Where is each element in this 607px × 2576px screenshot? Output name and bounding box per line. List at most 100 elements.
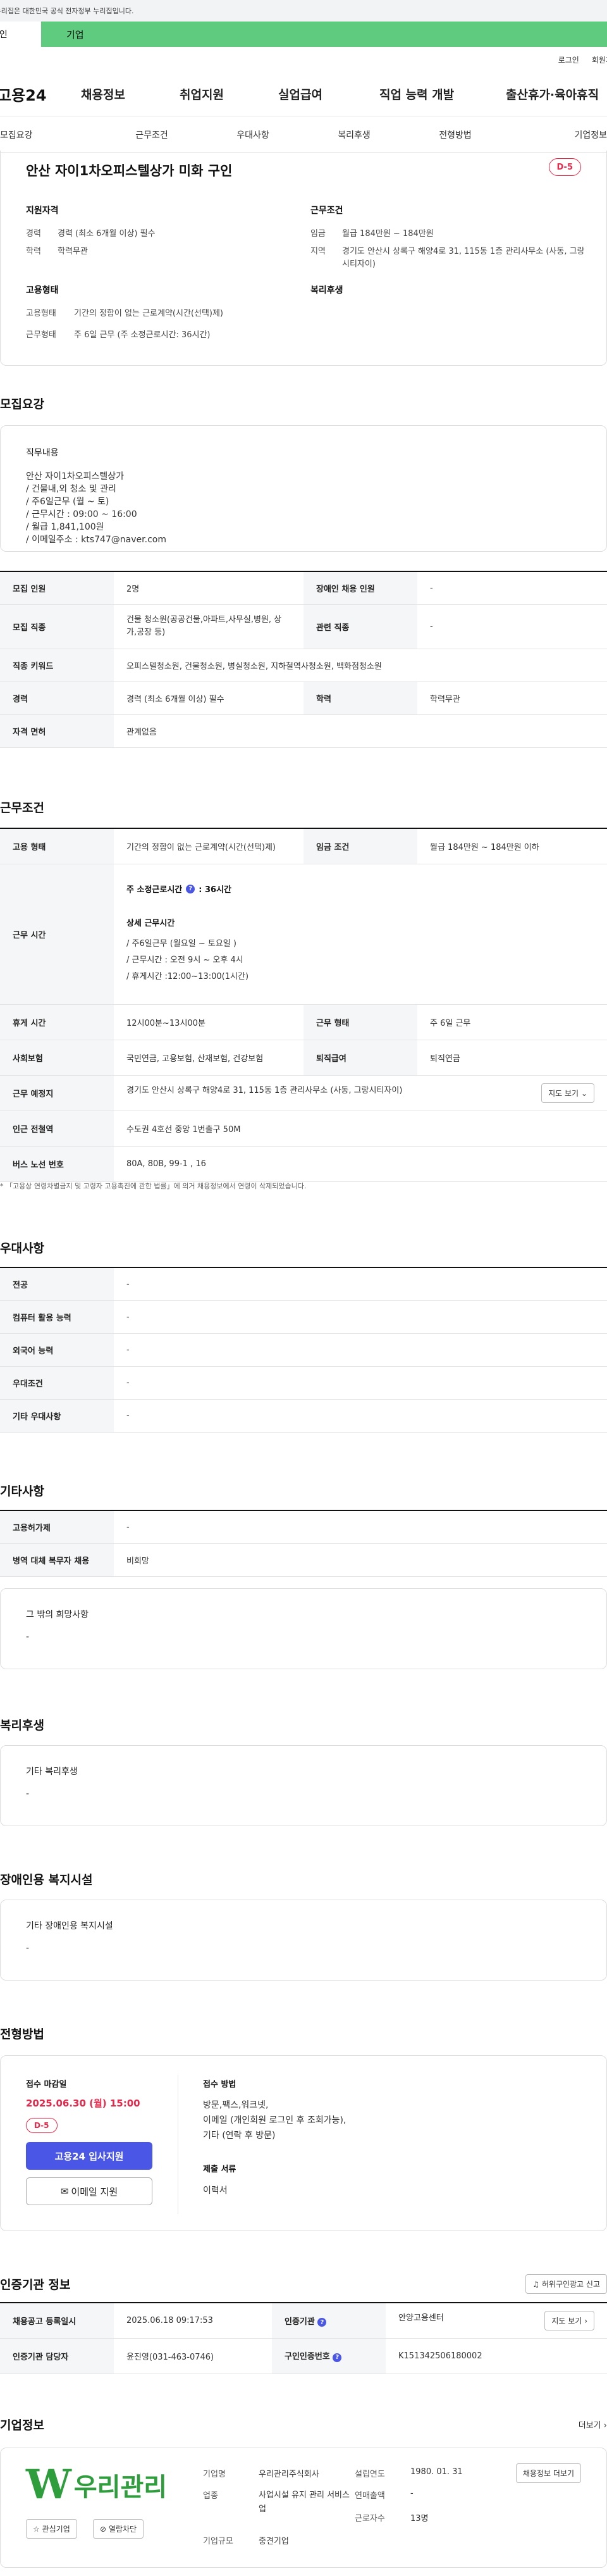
email-apply-label: 이메일 지원 (71, 2186, 118, 2198)
company-card: W 우리관리 ☆ 관심기업 ⊘ 열람차단 기업명 우리관리주식회사 업종 사업시… (0, 2448, 607, 2568)
tab-individual[interactable]: 개인 (0, 22, 41, 47)
company-jobs-button[interactable]: 채용정보 더보기 (515, 2463, 581, 2483)
row-header: 퇴직급여 (304, 1040, 417, 1076)
etc-box: 그 밖의 희망사항 - (0, 1588, 607, 1669)
favorite-company-button[interactable]: ☆ 관심기업 (26, 2519, 77, 2539)
company-value: 사업시설 유지 관리 서비스업 (259, 2491, 350, 2514)
company-logo-mark: W (26, 2461, 71, 2508)
tab-work[interactable]: 근무조건 (101, 128, 202, 141)
gnb-item-jobs[interactable]: 채용정보 (81, 85, 125, 103)
table-row: 경력 경력 (최소 6개월 이상) 필수 학력 학력무관 (0, 681, 607, 715)
gov-banner: 이 누리집은 대한민국 공식 전자정부 누리집입니다. (0, 0, 607, 22)
site-logo[interactable]: 고용24 (0, 83, 73, 105)
tab-company-label: 기업 (66, 28, 84, 40)
table-row: 근무 시간 주 소정근로시간?: 36시간 상세 근무시간 / 주6일근무 (월… (0, 864, 607, 1005)
cert-heading: 인증기관 정보 (0, 2278, 71, 2292)
cond-value: 월급 184만원 ~ 184만원 (342, 229, 434, 239)
cert-table: 채용공고 등록일시 2025.06.18 09:17:53 인증기관 ? 안양고용센터… (0, 2302, 607, 2374)
tab-company[interactable]: 기업 (41, 22, 607, 47)
welfare-box: 기타 복리후생 - (0, 1745, 607, 1826)
gnb-item-unemployment[interactable]: 실업급여 (278, 85, 322, 103)
company-value: 우리관리주식회사 (259, 2470, 319, 2479)
row-value: 경기도 안산시 상록구 해양4로 31, 115동 1층 관리사무소 (사동, … (126, 1085, 403, 1095)
cert-map-button[interactable]: 지도 보기 › (544, 2310, 594, 2330)
emp-value: 기간의 정함이 없는 근로계약(시간(선택)제) (74, 309, 224, 318)
job-title: 안산 자이1차오피스텔상가 미화 구인 (26, 163, 233, 178)
chevron-down-icon: ⌄ (580, 1088, 587, 1098)
hours-cell: 주 소정근로시간?: 36시간 상세 근무시간 / 주6일근무 (월요일 ~ 토… (114, 864, 607, 1005)
recruit-heading: 모집요강 (0, 397, 44, 411)
cert-agency-cell: 안양고용센터 지도 보기 › (386, 2303, 607, 2339)
global-nav: 고용24 채용정보 취업지원 실업급여 직업 능력 개발 출산휴가·육아휴직 (0, 72, 607, 116)
tab-prefer[interactable]: 우대사항 (202, 128, 304, 141)
info-icon[interactable]: ? (317, 2318, 327, 2327)
row-value: 오피스텔청소원, 건물청소원, 병실청소원, 지하철역사청소원, 백화점청소원 (114, 649, 607, 682)
gnb-item-leave[interactable]: 출산휴가·육아휴직 (506, 85, 599, 103)
etc-table: 고용허가제 - 병역 대체 복무자 채용 비희망 (0, 1510, 607, 1577)
email-apply-button[interactable]: ✉ 이메일 지원 (26, 2177, 152, 2205)
table-row: 병역 대체 복무자 채용 비희망 (0, 1543, 607, 1577)
join-link[interactable]: 회원가입 (592, 54, 607, 65)
prefer-heading: 우대사항 (0, 1241, 44, 1255)
welfare-box-value: - (26, 1789, 30, 1799)
info-icon[interactable]: ? (333, 2353, 342, 2362)
tab-welfare[interactable]: 복리후생 (304, 128, 405, 141)
block-company-button[interactable]: ⊘ 열람차단 (93, 2519, 144, 2539)
report-button[interactable]: ♫ 허위구인광고 신고 (525, 2274, 607, 2294)
age-note: * 「고용상 연령차별금지 및 고령자 고용촉진에 관한 법률」에 의거 채용정… (0, 1182, 307, 1190)
row-value: - (114, 1366, 607, 1400)
tab-company[interactable]: 기업정보 (506, 128, 607, 141)
company-logo-text: 우리관리 (73, 2473, 168, 2502)
hours-detail-line: / 주6일근무 (월요일 ~ 토요일 ) (126, 939, 236, 949)
deadline-label: 접수 마감일 (26, 2080, 67, 2089)
duty-line: 안산 자이1차오피스텔상가 (26, 471, 125, 482)
favorite-label: 관심기업 (42, 2525, 70, 2534)
row-value: 윤진영(031-463-0746) (114, 2338, 272, 2374)
block-label: 열람차단 (108, 2525, 137, 2534)
hours-detail-heading: 상세 근무시간 (126, 919, 175, 928)
map-button[interactable]: 지도 보기 ⌄ (541, 1083, 594, 1103)
gnb-item-support[interactable]: 취업지원 (180, 85, 224, 103)
row-header: 자격 면허 (0, 714, 114, 748)
hours-main-label: 주 소정근로시간 (126, 885, 183, 895)
company-more-link[interactable]: 더보기 › (579, 2418, 607, 2430)
tab-recruit[interactable]: 모집요강 (0, 128, 101, 141)
row-header: 근무 예정지 (0, 1075, 114, 1111)
gnb-item-training[interactable]: 직업 능력 개발 (379, 85, 454, 103)
row-value: K151342506180002 (386, 2338, 607, 2374)
company-value: 중견기업 (259, 2537, 289, 2546)
table-row: 인근 전철역 수도권 4호선 중앙 1번출구 50M (0, 1111, 607, 1147)
cert-map-label: 지도 보기 (551, 2316, 582, 2325)
cond-key: 지역 (310, 247, 326, 256)
row-header: 버스 노선 번호 (0, 1146, 114, 1182)
selection-box: 접수 마감일 2025.06.30 (월) 15:00 D-5 고용24 입사지… (0, 2055, 607, 2231)
cert-agency-label: 인증기관 (285, 2317, 315, 2327)
row-value: 12시00분~13시00분 (114, 1004, 304, 1040)
company-more-label: 더보기 (578, 2421, 601, 2430)
row-header: 인증기관 담당자 (0, 2338, 114, 2374)
qual-key: 학력 (26, 247, 41, 256)
table-row: 채용공고 등록일시 2025.06.18 09:17:53 인증기관 ? 안양고용센터… (0, 2303, 607, 2339)
cond-key: 임금 (310, 229, 326, 239)
row-value: 기간의 정함이 없는 근로계약(시간(선택)제) (114, 828, 304, 864)
qual-key: 경력 (26, 229, 41, 239)
row-value: - (114, 1333, 607, 1367)
prefer-table: 전공 - 컴퓨터 활용 능력 - 외국어 능력 - 우대조건 - 기타 우대사항 - (0, 1267, 607, 1433)
row-value: 수도권 4호선 중앙 1번출구 50M (114, 1111, 607, 1147)
etc-box-title: 그 밖의 희망사항 (26, 1610, 89, 1620)
gov-banner-text: 이 누리집은 대한민국 공식 전자정부 누리집입니다. (0, 7, 134, 15)
apply-button[interactable]: 고용24 입사지원 (26, 2142, 152, 2170)
tab-selection[interactable]: 전형방법 (405, 128, 506, 141)
company-key: 기업명 (203, 2470, 226, 2479)
row-value: - (417, 571, 607, 605)
table-row: 고용허가제 - (0, 1510, 607, 1544)
table-row: 인증기관 담당자 윤진영(031-463-0746) 구인인증번호 ? K151342… (0, 2338, 607, 2374)
tab-individual-label: 개인 (0, 30, 8, 40)
row-header: 병역 대체 복무자 채용 (0, 1543, 114, 1577)
login-link[interactable]: 로그인 (558, 54, 579, 65)
row-header: 기타 우대사항 (0, 1399, 114, 1433)
row-header: 모집 인원 (0, 571, 114, 605)
method-line: 이메일 (개인회원 로그인 후 조회가능), (203, 2115, 346, 2125)
disability-heading: 장애인용 복지시설 (0, 1873, 93, 1887)
info-icon[interactable]: ? (186, 884, 195, 893)
